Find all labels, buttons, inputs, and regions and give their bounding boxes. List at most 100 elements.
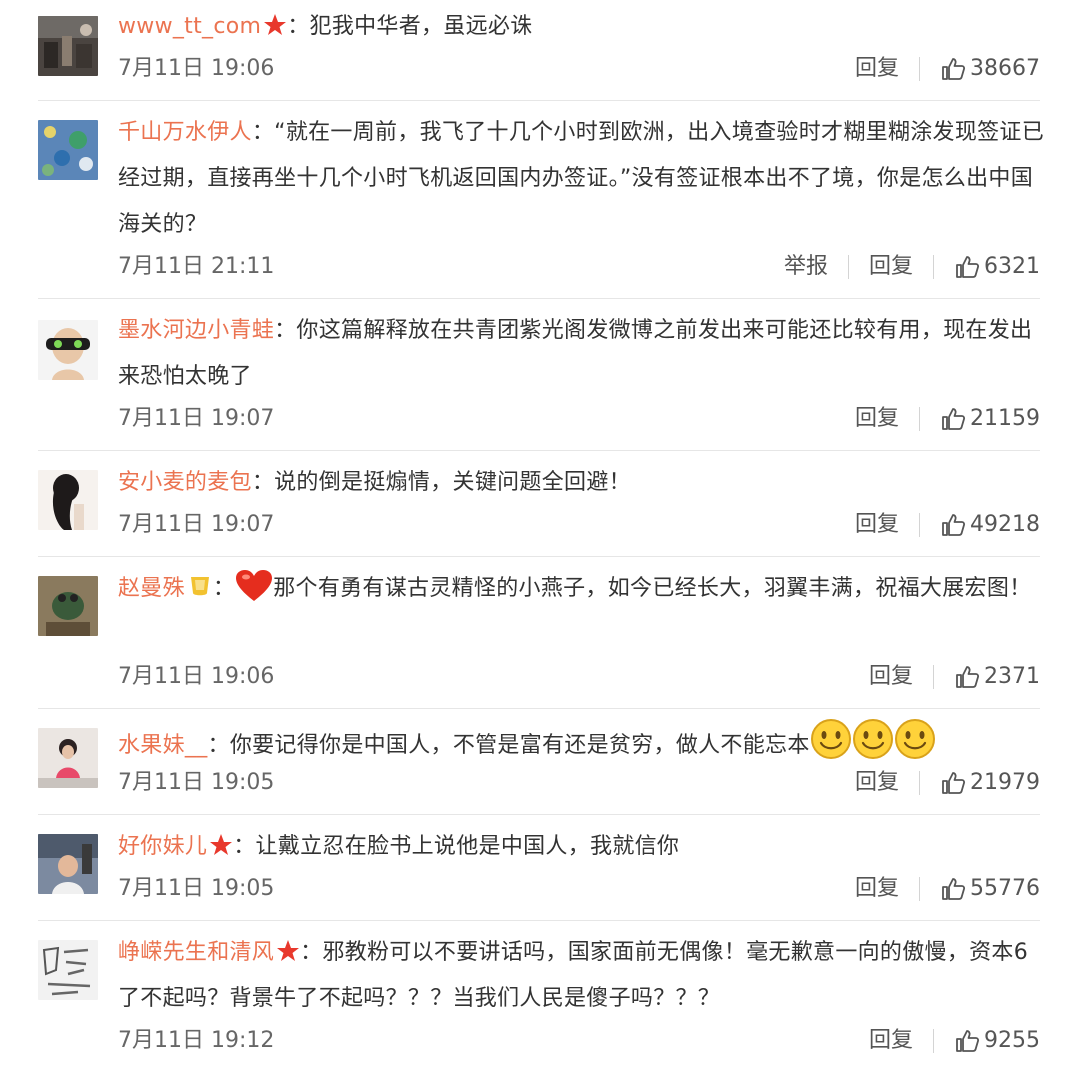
comment-content: 安小麦的麦包：说的倒是挺煽情，关键问题全回避！ [118,460,1048,506]
like-button[interactable]: 49218 [940,510,1040,540]
like-button[interactable]: 9255 [954,1026,1040,1056]
username-link[interactable]: www_tt_com [118,14,261,39]
divider [38,814,1040,815]
comment-text: 让戴立忍在脸书上说他是中国人，我就信你 [255,834,680,859]
comment-meta: 7月11日 19:12 回复 9255 [118,1026,1040,1056]
comment-separator: ： [251,120,275,145]
comment-content: 好你妹儿 ：让戴立忍在脸书上说他是中国人，我就信你 [118,824,1048,870]
username-link[interactable]: 好你妹儿 [118,834,207,859]
like-button[interactable]: 2371 [954,662,1040,692]
divider [38,450,1040,451]
comment-separator: ： [212,576,236,601]
comment-text: 说的倒是挺煽情，关键问题全回避！ [274,470,631,495]
comment-actions: 回复 9255 [869,1026,1040,1056]
like-count: 38667 [970,56,1040,81]
like-count: 21159 [970,406,1040,431]
avatar[interactable] [38,470,98,530]
comment-meta: 7月11日 19:05 回复 21979 [118,768,1040,798]
like-count: 9255 [984,1028,1040,1053]
action-divider [933,255,934,279]
username-link[interactable]: 赵曼殊 [118,576,185,601]
username-link[interactable]: 峥嵘先生和清风 [118,940,274,965]
like-count: 2371 [984,664,1040,689]
divider [38,708,1040,709]
comment-meta: 7月11日 19:05 回复 55776 [118,874,1040,904]
avatar[interactable] [38,16,98,76]
thumbs-up-icon [942,772,966,794]
comment-meta: 7月11日 19:07 回复 21159 [118,404,1040,434]
comment-separator: ： [300,940,323,965]
reply-button[interactable]: 回复 [855,404,899,434]
divider [38,556,1040,557]
action-divider [919,877,920,901]
thumbs-up-icon [942,58,966,80]
like-button[interactable]: 55776 [940,874,1040,904]
comment-actions: 回复 21159 [855,404,1040,434]
smile-icon [852,718,894,760]
comment-time: 7月11日 19:05 [118,876,275,901]
comment-time: 7月11日 19:07 [118,406,275,431]
reply-button[interactable]: 回复 [869,252,913,282]
like-button[interactable]: 38667 [940,54,1040,84]
thumbs-up-icon [956,666,980,688]
like-button[interactable]: 6321 [954,252,1040,282]
comment-text: 犯我中华者，虽远必诛 [309,14,533,39]
thumbs-up-icon [942,514,966,536]
comment-text: 你要记得你是中国人，不管是富有还是贫穷，做人不能忘本 [229,733,810,758]
action-divider [933,1029,934,1053]
action-divider [847,255,849,279]
reply-button[interactable]: 回复 [855,874,899,904]
smile-icon [810,718,852,760]
comment-time: 7月11日 19:06 [118,56,275,81]
star-badge-icon [209,833,233,857]
reply-button[interactable]: 回复 [855,510,899,540]
comment-separator: ： [233,834,256,859]
avatar[interactable] [38,940,98,1000]
reply-button[interactable]: 回复 [869,662,913,692]
comment-content: 水果妹__：你要记得你是中国人，不管是富有还是贫穷，做人不能忘本 [118,718,1048,769]
comment-separator: ： [287,14,310,39]
thumbs-up-icon [956,256,980,278]
username-link[interactable]: 水果妹__ [118,733,208,758]
like-count: 49218 [970,512,1040,537]
divider [38,298,1040,299]
username-link[interactable]: 墨水河边小青蛙 [118,318,274,343]
comment-content: 千山万水伊人：“就在一周前，我飞了十几个小时到欧洲，出入境查验时才糊里糊涂发现签… [118,110,1048,248]
action-divider [933,665,934,689]
thumbs-up-icon [942,878,966,900]
comment-actions: 回复 21979 [855,768,1040,798]
avatar[interactable] [38,576,98,636]
gold-badge-icon [187,573,213,599]
comment-actions: 回复 2371 [869,662,1040,692]
comment-time: 7月11日 19:12 [118,1028,275,1053]
comment-meta: 7月11日 21:11 举报 回复 6321 [118,252,1040,282]
action-divider [919,513,920,537]
avatar[interactable] [38,834,98,894]
avatar[interactable] [38,728,98,788]
thumbs-up-icon [956,1030,980,1052]
like-button[interactable]: 21979 [940,768,1040,798]
like-button[interactable]: 21159 [940,404,1040,434]
comment-time: 7月11日 19:06 [118,664,275,689]
like-count: 21979 [970,770,1040,795]
comment-content: 墨水河边小青蛙：你这篇解释放在共青团紫光阁发微博之前发出来可能还比较有用，现在发… [118,308,1048,400]
comment-separator: ： [251,470,275,495]
like-count: 6321 [984,254,1040,279]
comment-actions: 回复 38667 [855,54,1040,84]
comment-text: 那个有勇有谋古灵精怪的小燕子，如今已经长大，羽翼丰满，祝福大展宏图！ [273,576,1032,601]
action-divider [919,57,920,81]
comment-meta: 7月11日 19:06 回复 2371 [118,662,1040,692]
avatar[interactable] [38,320,98,380]
star-badge-icon [276,939,300,963]
username-link[interactable]: 千山万水伊人 [118,120,252,145]
avatar[interactable] [38,120,98,180]
reply-button[interactable]: 回复 [855,768,899,798]
reply-button[interactable]: 回复 [855,54,899,84]
comment-actions: 回复 55776 [855,874,1040,904]
report-button[interactable]: 举报 [784,252,828,282]
comment-content: www_tt_com ：犯我中华者，虽远必诛 [118,4,1048,50]
comment-time: 7月11日 19:07 [118,512,275,537]
comment-meta: 7月11日 19:06 回复 38667 [118,54,1040,84]
username-link[interactable]: 安小麦的麦包 [118,470,252,495]
reply-button[interactable]: 回复 [869,1026,913,1056]
